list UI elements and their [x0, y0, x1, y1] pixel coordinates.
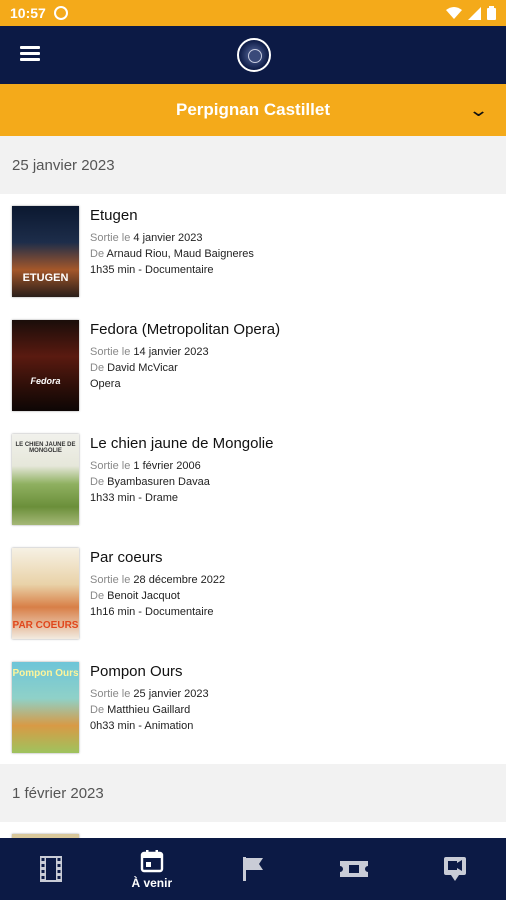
app-bar — [0, 26, 506, 84]
director-line: De David McVicar — [90, 360, 498, 376]
nav-tickets[interactable] — [304, 838, 405, 900]
release-date: 4 janvier 2023 — [133, 232, 203, 244]
nav-upcoming[interactable]: À venir — [101, 838, 202, 900]
bottom-navigation: À venir — [0, 838, 506, 900]
movie-poster: PAR COEURS — [12, 548, 79, 639]
cinema-name: Perpignan Castillet — [176, 100, 330, 119]
release-date: 28 décembre 2022 — [133, 574, 226, 586]
release-line: Sortie le 1 février 2006 — [90, 458, 498, 474]
chevron-down-icon: ⌄ — [467, 100, 490, 120]
movie-meta: 1h16 min - Documentaire — [90, 606, 214, 618]
film-icon — [39, 856, 62, 882]
movie-item[interactable]: PAR COEURS Par coeurs Sortie le 28 décem… — [0, 536, 506, 650]
release-date: 25 janvier 2023 — [133, 688, 209, 700]
release-label: Sortie le — [90, 574, 131, 586]
menu-button[interactable] — [20, 46, 40, 62]
ticket-icon — [340, 861, 369, 877]
director-label: De — [90, 248, 105, 260]
poster-caption: ETUGEN — [22, 272, 69, 284]
release-line: Sortie le 4 janvier 2023 — [90, 230, 498, 246]
movie-poster: LE CHIEN JAUNE DE MONGOLIE — [12, 434, 79, 525]
nav-films[interactable] — [0, 838, 101, 900]
movie-meta: Opera — [90, 378, 121, 390]
status-time: 10:57 — [10, 5, 46, 21]
release-line: Sortie le 25 janvier 2023 — [90, 686, 498, 702]
release-label: Sortie le — [90, 232, 131, 244]
movie-meta: 0h33 min - Animation — [90, 720, 194, 732]
movie-meta: 1h35 min - Documentaire — [90, 264, 214, 276]
release-label: Sortie le — [90, 688, 131, 700]
movie-item[interactable]: Pompon Ours Pompon Ours Sortie le 25 jan… — [0, 650, 506, 764]
nav-label: À venir — [131, 875, 173, 890]
movie-poster: Fedora — [12, 320, 79, 411]
nav-trailers[interactable] — [405, 838, 506, 900]
movie-item[interactable]: LE CHIEN JAUNE DE MONGOLIE Le chien jaun… — [0, 422, 506, 536]
release-line: Sortie le 28 décembre 2022 — [90, 572, 498, 588]
director-label: De — [90, 590, 105, 602]
movie-poster: Pompon Ours — [12, 662, 79, 753]
movie-item[interactable]: Fedora Fedora (Metropolitan Opera) Sorti… — [0, 308, 506, 422]
release-label: Sortie le — [90, 346, 131, 358]
movie-title: Par coeurs — [90, 549, 163, 566]
director-label: De — [90, 362, 105, 374]
director-label: De — [90, 704, 105, 716]
movie-item[interactable] — [0, 822, 506, 838]
movie-title: Pompon Ours — [90, 663, 183, 680]
notification-icon — [53, 6, 68, 20]
directors: Byambasuren Davaa — [107, 476, 210, 488]
date-header: 25 janvier 2023 — [0, 136, 506, 194]
poster-caption: LE CHIEN JAUNE DE MONGOLIE — [15, 442, 76, 454]
directors: Arnaud Riou, Maud Baigneres — [106, 248, 254, 260]
directors: Matthieu Gaillard — [107, 704, 191, 716]
directors: Benoit Jacquot — [107, 590, 180, 602]
video-icon — [444, 857, 467, 881]
release-label: Sortie le — [90, 460, 131, 472]
movie-list[interactable]: 25 janvier 2023 ETUGEN Etugen Sortie le … — [0, 136, 506, 838]
poster-caption: Pompon Ours — [12, 668, 79, 679]
app-logo — [237, 38, 271, 72]
poster-caption: Fedora — [30, 376, 61, 386]
release-date: 14 janvier 2023 — [133, 346, 209, 358]
director-line: De Byambasuren Davaa — [90, 474, 498, 490]
movie-title: Fedora (Metropolitan Opera) — [90, 321, 281, 338]
movie-title: Etugen — [90, 207, 138, 224]
director-line: De Benoit Jacquot — [90, 588, 498, 604]
menu-icon — [20, 46, 40, 49]
release-line: Sortie le 14 janvier 2023 — [90, 344, 498, 360]
director-label: De — [90, 476, 105, 488]
wifi-icon — [446, 6, 462, 19]
signal-icon — [468, 6, 481, 20]
movie-item[interactable]: ETUGEN Etugen Sortie le 4 janvier 2023 D… — [0, 194, 506, 308]
status-bar: 10:57 — [0, 0, 506, 26]
cinema-selector[interactable]: Perpignan Castillet ⌄ — [0, 84, 506, 136]
directors: David McVicar — [107, 362, 178, 374]
movie-title: Le chien jaune de Mongolie — [90, 435, 274, 452]
calendar-icon — [140, 849, 163, 872]
date-header: 1 février 2023 — [0, 764, 506, 822]
release-date: 1 février 2006 — [133, 460, 201, 472]
movie-poster: ETUGEN — [12, 206, 79, 297]
nav-events[interactable] — [202, 838, 303, 900]
flag-icon — [243, 857, 263, 881]
battery-icon — [487, 6, 496, 20]
director-line: De Matthieu Gaillard — [90, 702, 498, 718]
director-line: De Arnaud Riou, Maud Baigneres — [90, 246, 498, 262]
movie-meta: 1h33 min - Drame — [90, 492, 179, 504]
poster-caption: PAR COEURS — [12, 620, 79, 631]
